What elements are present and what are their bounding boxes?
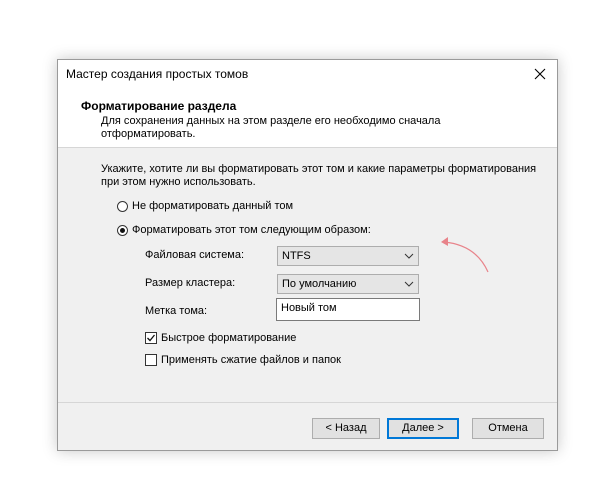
radio-format[interactable]: Форматировать этот том следующим образом… <box>117 224 371 236</box>
back-button[interactable]: < Назад <box>312 418 380 439</box>
radio-button-checked[interactable] <box>117 224 128 236</box>
volume-label-input[interactable]: Новый том <box>276 298 420 321</box>
next-button[interactable]: Далее > <box>387 418 459 439</box>
title-bar: Мастер создания простых томов <box>58 60 557 88</box>
footer-divider <box>58 402 557 403</box>
cluster-size-label: Размер кластера: <box>145 277 236 289</box>
page-title: Форматирование раздела <box>81 99 237 113</box>
quick-format-label: Быстрое форматирование <box>161 332 297 344</box>
instructions-text: Укажите, хотите ли вы форматировать этот… <box>101 163 537 188</box>
cluster-size-select[interactable]: По умолчанию <box>277 274 419 294</box>
compression-row[interactable]: Применять сжатие файлов и папок <box>145 354 341 366</box>
page-description: Для сохранения данных на этом разделе ег… <box>101 115 441 140</box>
window-title: Мастер создания простых томов <box>66 67 249 81</box>
close-button[interactable] <box>527 61 553 87</box>
wizard-header: Форматирование раздела Для сохранения да… <box>58 88 557 148</box>
filesystem-label: Файловая система: <box>145 249 245 261</box>
filesystem-value: NTFS <box>282 250 311 262</box>
radio-format-label: Форматировать этот том следующим образом… <box>132 224 371 236</box>
quick-format-checkbox[interactable] <box>145 332 157 344</box>
radio-button-unchecked[interactable] <box>117 200 128 212</box>
volume-label-label: Метка тома: <box>145 305 208 317</box>
checkmark-icon <box>147 334 156 342</box>
compression-checkbox[interactable] <box>145 354 157 366</box>
filesystem-select[interactable]: NTFS <box>277 246 419 266</box>
compression-label: Применять сжатие файлов и папок <box>161 354 341 366</box>
radio-no-format[interactable]: Не форматировать данный том <box>117 200 293 212</box>
radio-no-format-label: Не форматировать данный том <box>132 200 294 212</box>
cancel-button[interactable]: Отмена <box>472 418 544 439</box>
annotation-arrow-icon <box>441 237 489 273</box>
quick-format-row[interactable]: Быстрое форматирование <box>145 332 296 344</box>
close-icon <box>534 68 546 80</box>
chevron-down-icon <box>404 281 414 287</box>
chevron-down-icon <box>404 253 414 259</box>
cluster-size-value: По умолчанию <box>282 278 357 290</box>
